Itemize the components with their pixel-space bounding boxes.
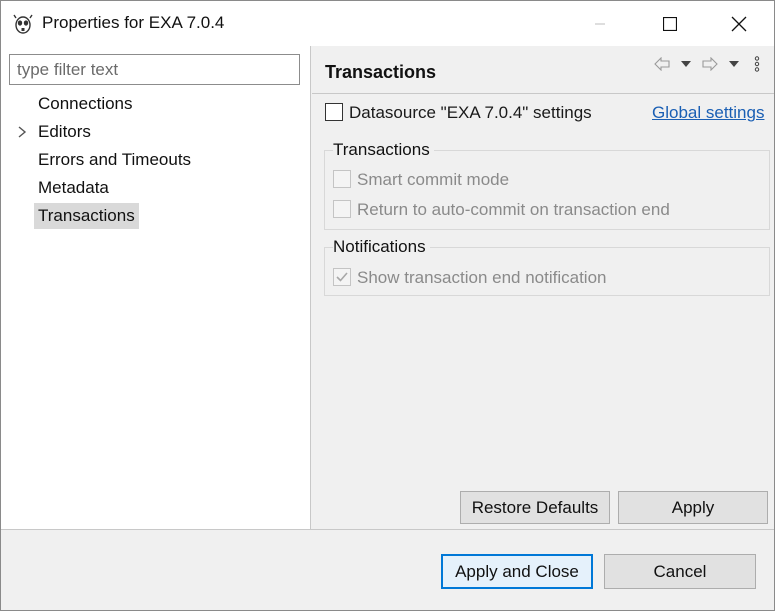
back-arrow-icon	[654, 57, 670, 71]
preference-tree-panel: Connections Editors Errors and Timeouts …	[1, 46, 311, 529]
notifications-group-title: Notifications	[333, 237, 430, 257]
title-bar: Properties for EXA 7.0.4	[1, 1, 774, 46]
show-end-notification-checkbox[interactable]	[333, 268, 351, 286]
tree-item-transactions[interactable]: Transactions	[34, 203, 139, 229]
show-end-notification-label: Show transaction end notification	[357, 268, 607, 287]
apply-and-close-button[interactable]: Apply and Close	[441, 554, 593, 589]
restore-defaults-button[interactable]: Restore Defaults	[460, 491, 610, 524]
datasource-settings-label: Datasource "EXA 7.0.4" settings	[349, 103, 592, 122]
maximize-icon	[663, 16, 677, 31]
apply-button[interactable]: Apply	[618, 491, 768, 524]
close-icon	[731, 16, 747, 31]
filter-input[interactable]	[9, 54, 300, 85]
smart-commit-label: Smart commit mode	[357, 170, 510, 189]
dropdown-triangle-icon	[729, 61, 739, 67]
window-title: Properties for EXA 7.0.4	[42, 13, 225, 32]
tree-item-metadata[interactable]: Metadata	[34, 175, 113, 201]
tree-item-connections[interactable]: Connections	[34, 91, 137, 117]
more-vertical-icon	[754, 56, 760, 72]
minimize-icon	[595, 23, 605, 24]
page-title: Transactions	[325, 62, 437, 82]
checkmark-icon	[336, 272, 348, 282]
back-history-dropdown[interactable]	[679, 56, 693, 72]
preference-page-panel: Transactions Datasource "EXA 7.0.4" sett…	[312, 46, 774, 529]
tree-item-editors[interactable]: Editors	[34, 119, 95, 145]
chevron-right-icon[interactable]	[17, 119, 29, 145]
forward-history-dropdown[interactable]	[727, 56, 741, 72]
beaver-app-icon	[13, 14, 33, 34]
view-menu-button[interactable]	[752, 56, 762, 72]
header-divider	[312, 93, 774, 94]
datasource-settings-checkbox[interactable]	[325, 103, 343, 121]
properties-dialog: Properties for EXA 7.0.4 Connections Edi…	[0, 0, 775, 611]
smart-commit-checkbox[interactable]	[333, 170, 351, 188]
cancel-button[interactable]: Cancel	[604, 554, 756, 589]
global-settings-link[interactable]: Global settings	[652, 103, 764, 123]
maximize-button[interactable]	[635, 1, 705, 46]
dropdown-triangle-icon	[681, 61, 691, 67]
forward-button[interactable]	[702, 56, 718, 72]
forward-arrow-icon	[702, 57, 718, 71]
auto-commit-checkbox[interactable]	[333, 200, 351, 218]
close-button[interactable]	[704, 1, 774, 46]
auto-commit-label: Return to auto-commit on transaction end	[357, 200, 670, 219]
back-button[interactable]	[654, 56, 670, 72]
tree-item-errors-and-timeouts[interactable]: Errors and Timeouts	[34, 147, 195, 173]
transactions-group-title: Transactions	[333, 140, 434, 160]
dialog-footer: Apply and Close Cancel	[1, 530, 774, 610]
minimize-button[interactable]	[565, 1, 635, 46]
